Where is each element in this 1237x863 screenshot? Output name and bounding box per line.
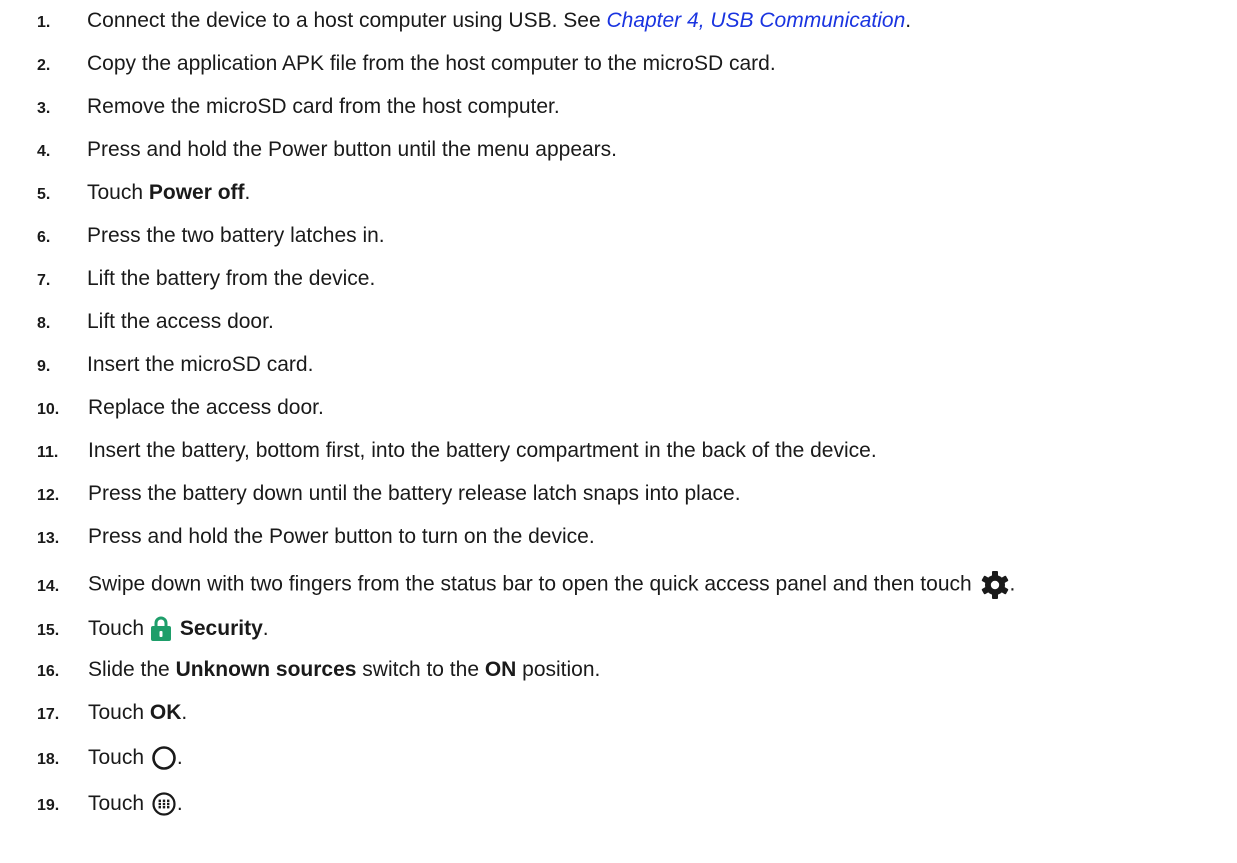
step-number: 8. [37, 315, 51, 332]
step-text: Press the two battery latches in. [87, 224, 385, 247]
step-text-end: . [262, 617, 269, 640]
step-number: 16. [37, 663, 60, 680]
step-number: 15. [37, 622, 60, 639]
step-13: 13. Press and hold the Power button to tu… [37, 524, 595, 552]
ok-label: OK [149, 701, 182, 724]
step-number: 9. [37, 358, 51, 375]
home-circle-icon [151, 745, 177, 771]
step-3: 3. Remove the microSD card from the host … [37, 94, 560, 122]
step-number: 18. [37, 751, 60, 768]
step-number: 10. [37, 401, 60, 418]
step-text-end: . [181, 701, 188, 724]
step-14: 14. Swipe down with two fingers from the … [37, 570, 1015, 600]
step-number: 2. [37, 57, 51, 74]
step-text: Press and hold the Power button until th… [87, 138, 618, 161]
step-number: 11. [37, 444, 59, 461]
step-16: 16. Slide the Unknown sources switch to t… [37, 657, 600, 685]
step-number: 12. [37, 487, 60, 504]
step-text: Remove the microSD card from the host co… [87, 95, 560, 118]
step-text: Slide the [88, 658, 176, 681]
security-label: Security [179, 617, 263, 640]
step-text: Touch [88, 701, 150, 724]
step-18: 18. Touch . [37, 745, 183, 773]
step-2: 2. Copy the application APK file from the… [37, 51, 776, 79]
step-text: Touch [88, 617, 150, 640]
step-text-mid: switch to the [356, 658, 485, 681]
step-number: 1. [37, 14, 51, 31]
step-text: Lift the access door. [87, 310, 274, 333]
step-text: Swipe down with two fingers from the sta… [88, 572, 978, 596]
step-text: Press and hold the Power button to turn … [88, 525, 595, 548]
step-12: 12. Press the battery down until the batt… [37, 481, 741, 509]
step-text: Touch [88, 792, 150, 815]
step-number: 6. [37, 229, 51, 246]
step-number: 19. [37, 797, 60, 814]
step-15: 15. Touch Security. [37, 616, 269, 644]
step-text: Touch [88, 746, 150, 769]
step-7: 7. Lift the battery from the device. [37, 266, 375, 294]
step-number: 3. [37, 100, 51, 117]
all-apps-icon [151, 791, 177, 817]
step-text-end: . [244, 181, 251, 204]
step-text-end: . [176, 746, 183, 769]
step-text: Press the battery down until the battery… [88, 482, 741, 505]
step-text: Insert the microSD card. [87, 353, 314, 376]
step-number: 13. [37, 530, 60, 547]
step-text: Copy the application APK file from the h… [87, 52, 776, 75]
step-19: 19. Touch . [37, 791, 183, 819]
unknown-sources-label: Unknown sources [175, 658, 357, 681]
step-text: Insert the battery, bottom first, into t… [88, 439, 877, 462]
step-text: Lift the battery from the device. [87, 267, 376, 290]
step-text-end: . [176, 792, 183, 815]
step-text: Touch [87, 181, 149, 204]
step-text-end: . [1009, 572, 1016, 596]
step-number: 14. [37, 577, 60, 595]
step-number: 5. [37, 186, 51, 203]
step-1: 1. Connect the device to a host computer … [37, 8, 911, 36]
step-number: 4. [37, 143, 51, 160]
step-number: 7. [37, 272, 51, 289]
chapter-4-link[interactable]: Chapter 4, USB Communication [606, 9, 905, 32]
step-text: Connect the device to a host computer us… [87, 9, 607, 32]
step-9: 9. Insert the microSD card. [37, 352, 313, 380]
gear-icon [980, 570, 1010, 600]
step-8: 8. Lift the access door. [37, 309, 274, 337]
step-text-end: position. [516, 658, 601, 681]
step-17: 17. Touch OK. [37, 700, 187, 728]
step-text: Replace the access door. [88, 396, 324, 419]
step-text-end: . [905, 9, 912, 32]
power-off-label: Power off [148, 181, 245, 204]
step-6: 6. Press the two battery latches in. [37, 223, 385, 251]
lock-icon [150, 616, 172, 642]
step-11: 11. Insert the battery, bottom first, int… [37, 438, 877, 466]
on-label: ON [484, 658, 517, 681]
step-4: 4. Press and hold the Power button until … [37, 137, 617, 165]
step-10: 10. Replace the access door. [37, 395, 324, 423]
step-number: 17. [37, 706, 60, 723]
step-5: 5. Touch Power off. [37, 180, 250, 208]
